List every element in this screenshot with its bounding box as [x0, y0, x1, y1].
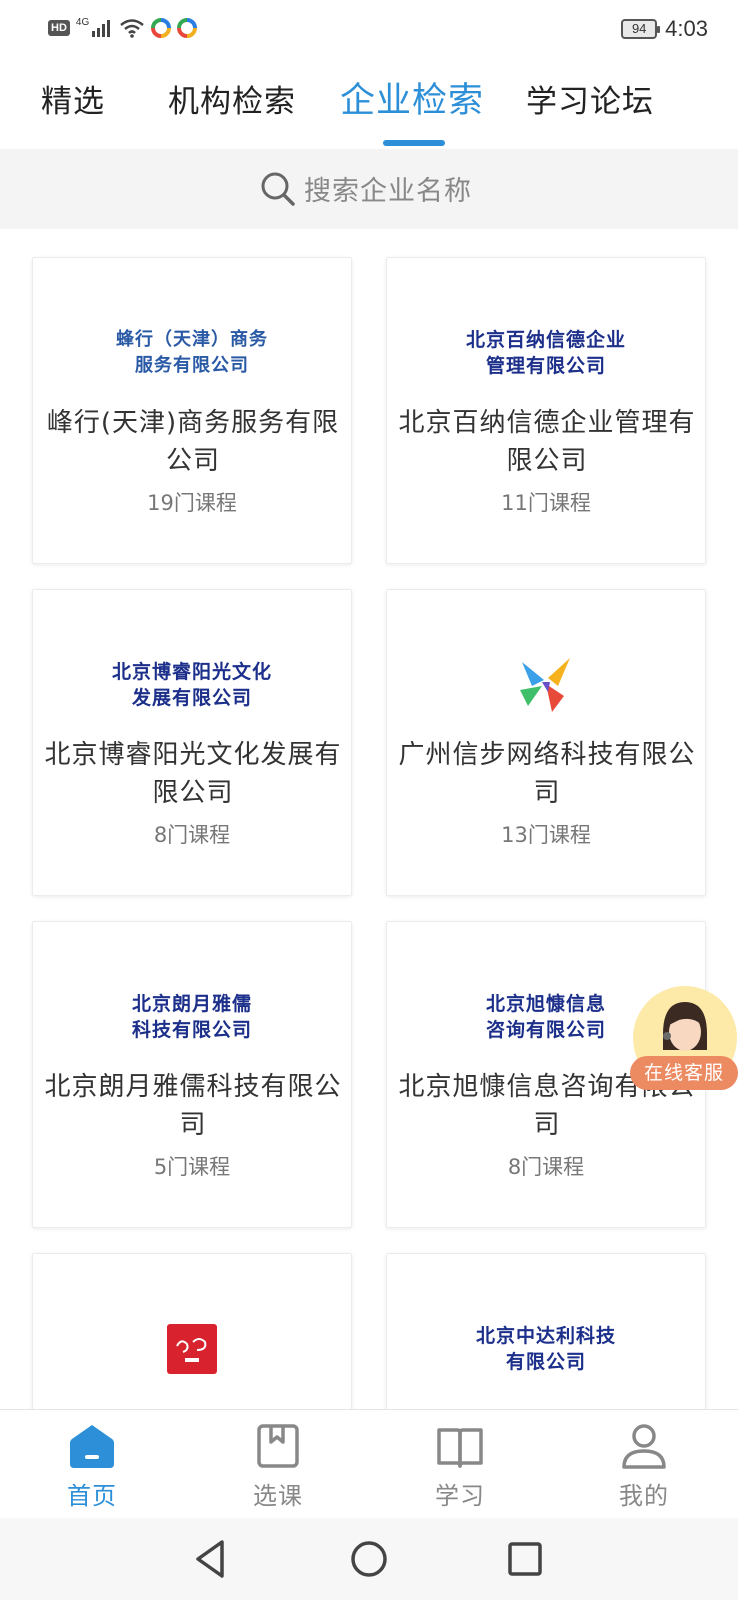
back-icon[interactable]	[186, 1534, 236, 1584]
company-card[interactable]: 广州信步网络科技有限公司 13门课程	[386, 589, 706, 896]
bookmark-book-icon	[257, 1424, 299, 1468]
company-name: 北京朗月雅儒科技有限公司	[44, 1072, 342, 1140]
status-bar: HD 4G 94 4:03	[0, 0, 738, 62]
company-card[interactable]: 蜂行（天津）商务 服务有限公司 峰行(天津)商务服务有限公司 19门课程	[32, 257, 352, 564]
course-count: 5门课程	[153, 1155, 231, 1179]
active-tab-indicator	[383, 140, 445, 146]
nav-label: 首页	[67, 1482, 117, 1510]
nav-label: 学习	[435, 1482, 485, 1510]
logo-text-line: 服务有限公司	[135, 355, 249, 376]
logo-text-line: 北京旭慷信息	[485, 993, 606, 1015]
home-icon	[70, 1425, 114, 1468]
bottom-nav: 首页 选课 学习 我的	[0, 1409, 738, 1518]
recent-apps-icon[interactable]	[500, 1534, 550, 1584]
nav-me[interactable]: 我的	[584, 1410, 704, 1519]
nav-home[interactable]: 首页	[32, 1410, 152, 1519]
red-brand-logo-icon	[167, 1324, 217, 1374]
course-count: 8门课程	[153, 823, 231, 847]
company-grid: 蜂行（天津）商务 服务有限公司 峰行(天津)商务服务有限公司 19门课程 北京百…	[0, 229, 738, 1409]
hd-badge: HD	[48, 20, 70, 36]
company-card[interactable]: 北京百纳信德企业 管理有限公司 北京百纳信德企业管理有限公司 11门课程	[386, 257, 706, 564]
company-card[interactable]: 北京中达利科技 有限公司	[386, 1253, 706, 1409]
company-card[interactable]: 北京朗月雅儒 科技有限公司 北京朗月雅儒科技有限公司 5门课程	[32, 921, 352, 1228]
search-placeholder: 搜索企业名称	[304, 176, 472, 207]
nav-study[interactable]: 学习	[400, 1410, 520, 1519]
signal-icon	[92, 20, 111, 37]
course-count: 11门课程	[501, 491, 591, 515]
wifi-icon	[120, 19, 145, 38]
logo-text-line: 北京博睿阳光文化	[111, 661, 272, 683]
clock: 4:03	[665, 16, 708, 41]
battery-icon: 94	[621, 19, 661, 39]
status-right: 94 4:03	[621, 16, 708, 42]
company-logo: 蜂行（天津）商务 服务有限公司	[33, 313, 351, 393]
nav-label: 我的	[619, 1482, 669, 1510]
service-label: 在线客服	[630, 1056, 738, 1090]
status-icons: HD 4G	[48, 16, 198, 38]
user-icon	[622, 1424, 666, 1469]
company-logo	[387, 645, 705, 725]
tab-learning-forum[interactable]: 学习论坛	[526, 76, 654, 121]
logo-text-line: 北京朗月雅儒	[131, 993, 252, 1015]
course-count: 8门课程	[507, 1155, 585, 1179]
home-circle-icon[interactable]	[344, 1534, 394, 1584]
search-bar[interactable]: 搜索企业名称	[0, 149, 738, 229]
top-tab-bar: 精选 机构检索 企业检索 学习论坛	[0, 62, 738, 148]
nav-label: 选课	[253, 1482, 303, 1510]
app-notification-icon	[177, 18, 198, 38]
tab-enterprise-search[interactable]: 企业检索	[340, 72, 484, 123]
logo-text-line: 科技有限公司	[131, 1019, 252, 1041]
company-logo: 北京博睿阳光文化 发展有限公司	[33, 645, 351, 725]
logo-text-line: 北京中达利科技	[475, 1325, 616, 1347]
app-notification-icon	[151, 18, 172, 38]
logo-text-line: 管理有限公司	[485, 355, 606, 377]
company-logo: 北京中达利科技 有限公司	[387, 1309, 705, 1389]
company-name: 广州信步网络科技有限公司	[398, 740, 696, 808]
xinbu-logo-icon	[520, 658, 570, 712]
company-card[interactable]	[32, 1253, 352, 1409]
course-count: 19门课程	[147, 491, 237, 515]
logo-text-line: 咨询有限公司	[485, 1019, 606, 1041]
logo-text-line: 蜂行（天津）商务	[116, 329, 268, 350]
nav-course-selection[interactable]: 选课	[218, 1410, 338, 1519]
company-name: 北京百纳信德企业管理有限公司	[398, 408, 696, 476]
tab-institution-search[interactable]: 机构检索	[168, 76, 296, 121]
company-logo: 北京百纳信德企业 管理有限公司	[387, 313, 705, 393]
tab-featured[interactable]: 精选	[41, 76, 105, 121]
logo-text-line: 发展有限公司	[131, 687, 252, 709]
system-nav-bar	[0, 1518, 738, 1600]
company-logo	[33, 1309, 351, 1389]
logo-text-line: 北京百纳信德企业	[465, 329, 626, 351]
search-icon	[261, 172, 295, 206]
network-type: 4G	[75, 16, 90, 28]
company-card[interactable]: 北京博睿阳光文化 发展有限公司 北京博睿阳光文化发展有限公司 8门课程	[32, 589, 352, 896]
online-service-button[interactable]: 在线客服	[630, 986, 738, 1098]
company-name: 北京博睿阳光文化发展有限公司	[44, 740, 342, 808]
logo-text-line: 有限公司	[505, 1351, 586, 1373]
course-count: 13门课程	[501, 823, 591, 847]
company-name: 峰行(天津)商务服务有限公司	[46, 408, 340, 476]
company-logo: 北京朗月雅儒 科技有限公司	[33, 977, 351, 1057]
open-book-icon	[437, 1428, 483, 1468]
